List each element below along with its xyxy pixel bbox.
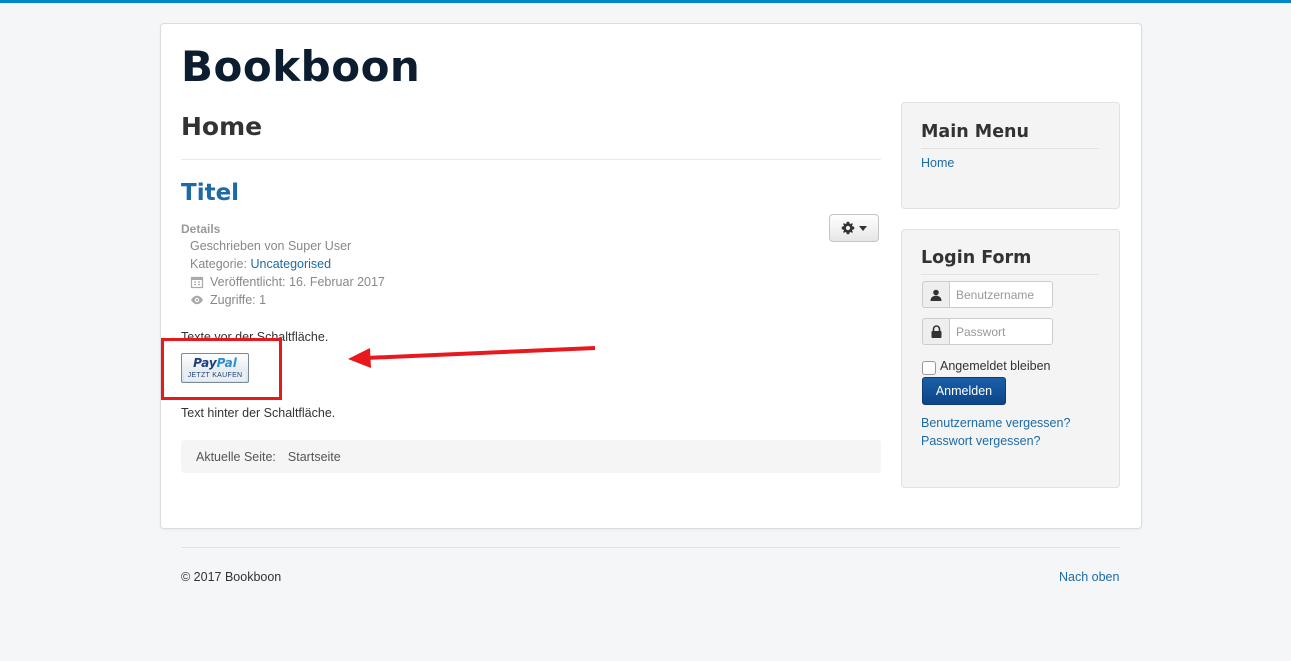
password-input[interactable] (949, 318, 1053, 345)
forgot-username-link[interactable]: Benutzername vergessen? (921, 416, 1070, 430)
details-label: Details (181, 222, 221, 236)
published-date: Veröffentlicht: 16. Februar 2017 (210, 275, 385, 289)
footer-copyright: © 2017 Bookboon (181, 570, 282, 584)
lock-icon (922, 318, 949, 345)
category-link[interactable]: Uncategorised (250, 257, 331, 271)
hits-count: Zugriffe: 1 (210, 293, 267, 307)
annotation-arrow (348, 346, 596, 368)
main-menu-item-home[interactable]: Home (921, 156, 954, 170)
login-form-divider (921, 274, 1099, 275)
username-group (922, 281, 1053, 308)
category-prefix: Kategorie: (190, 257, 251, 271)
login-button[interactable]: Anmelden (922, 377, 1006, 405)
login-form-title: Login Form (921, 248, 1032, 268)
breadcrumb-label: Aktuelle Seite: (196, 449, 276, 464)
author-info: Geschrieben von Super User (190, 239, 351, 253)
calendar-icon (190, 276, 204, 289)
footer-divider (181, 547, 1120, 548)
back-to-top-link[interactable]: Nach oben (1059, 570, 1119, 584)
page-title: Home (181, 112, 263, 141)
paypal-buy-now-button[interactable]: PayPal JETZT KAUFEN (181, 353, 249, 383)
login-form-module: Login Form Angemeldet bleiben Anmelden B… (901, 229, 1120, 488)
heading-divider (181, 159, 881, 160)
site-brand[interactable]: Bookboon (181, 42, 420, 91)
main-menu-divider (921, 148, 1099, 149)
remember-me: Angemeldet bleiben (922, 356, 1051, 375)
hits-info: Zugriffe: 1 (190, 293, 266, 307)
main-menu-title: Main Menu (921, 122, 1029, 142)
forgot-password-link[interactable]: Passwort vergessen? (921, 434, 1041, 448)
breadcrumb-current: Startseite (287, 449, 341, 464)
eye-icon (191, 295, 203, 305)
password-group (922, 318, 1053, 345)
paypal-button-caption: JETZT KAUFEN (184, 371, 246, 381)
category-info: Kategorie: Uncategorised (190, 257, 331, 271)
main-menu-module: Main Menu Home (901, 102, 1120, 209)
paypal-logo-pal: Pal (216, 356, 237, 370)
author-text: Geschrieben von Super User (190, 239, 352, 253)
paypal-logo: PayPal (182, 356, 248, 370)
username-input[interactable] (949, 281, 1053, 308)
remember-me-checkbox[interactable] (922, 361, 936, 375)
published-info: Veröffentlicht: 16. Februar 2017 (190, 275, 385, 289)
text-before-button: Texte vor der Schaltfläche. (181, 330, 329, 344)
article-tools-button[interactable] (829, 214, 879, 242)
gear-icon (841, 221, 855, 235)
paypal-logo-pay: Pay (193, 356, 217, 370)
article-title-link[interactable]: Titel (181, 180, 239, 206)
breadcrumb: Aktuelle Seite: Startseite (181, 440, 881, 473)
top-accent-bar (0, 0, 1291, 3)
caret-down-icon (859, 225, 867, 231)
user-icon (922, 281, 949, 308)
remember-me-label: Angemeldet bleiben (940, 358, 1051, 373)
text-after-button: Text hinter der Schaltfläche. (181, 406, 336, 420)
